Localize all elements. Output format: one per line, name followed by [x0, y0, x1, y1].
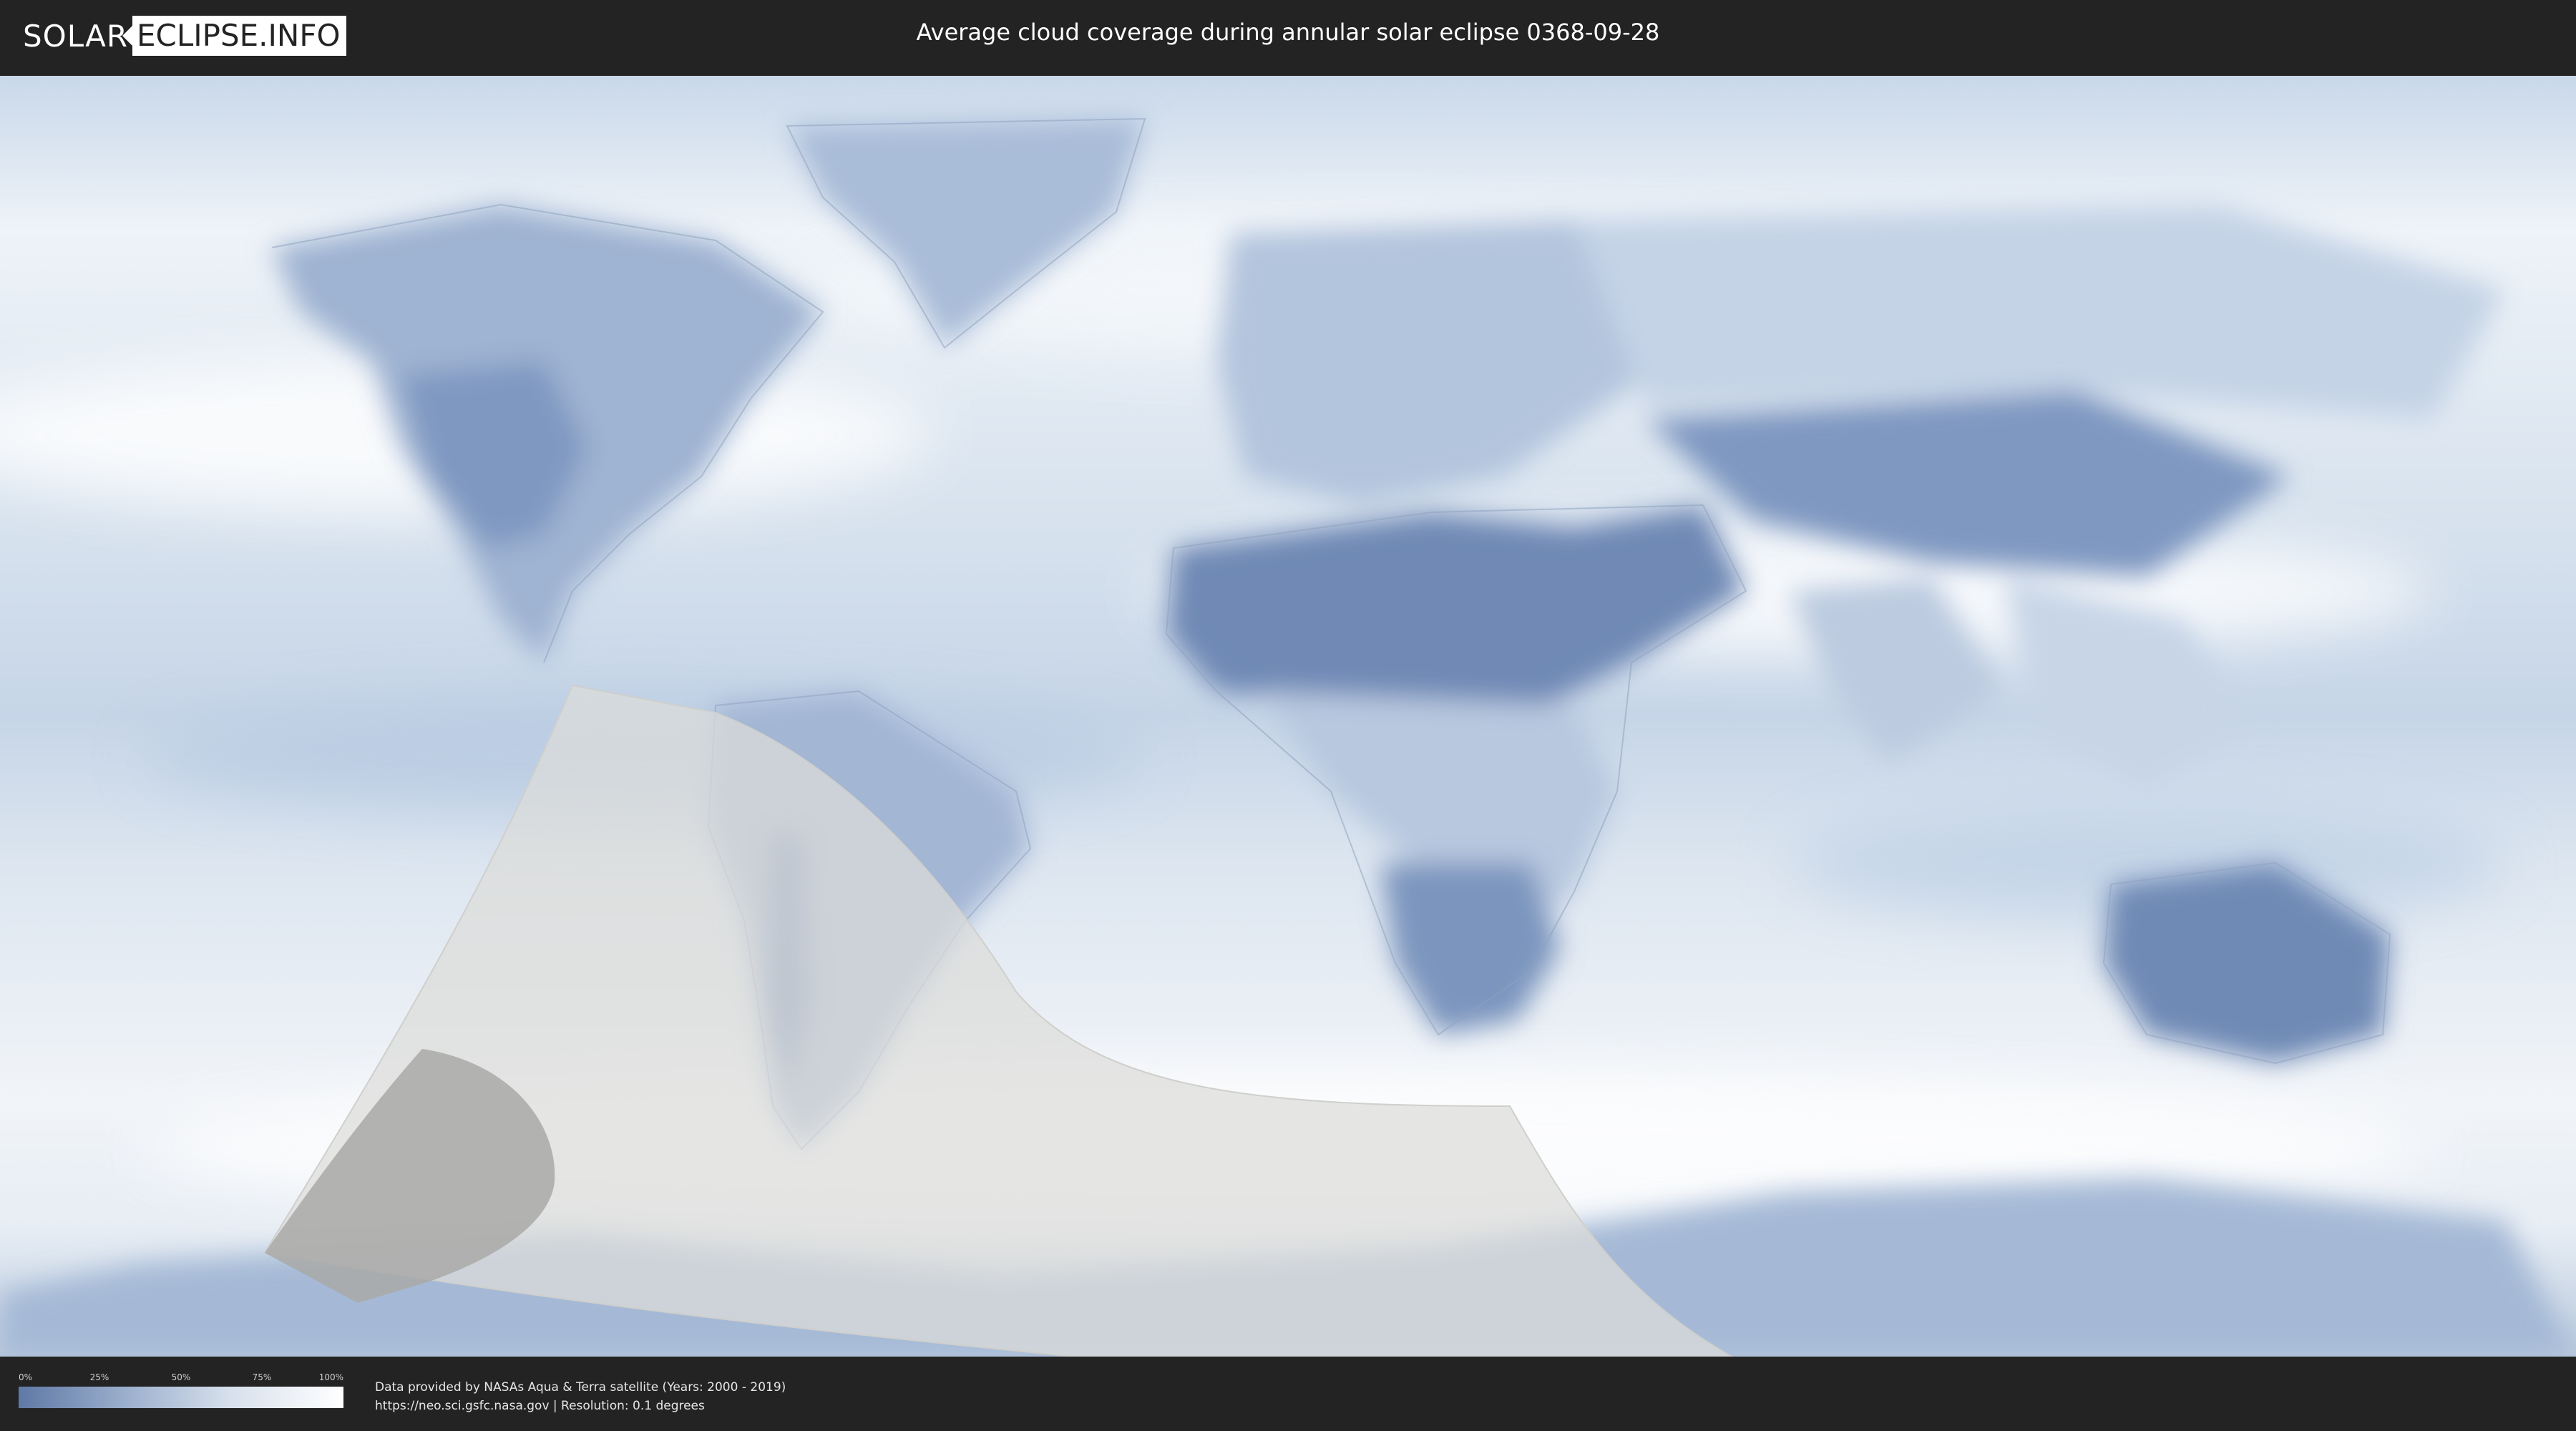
legend-tick-50: 50%: [171, 1372, 191, 1382]
header: SOLAR ECLIPSE.INFO Average cloud coverag…: [0, 0, 2576, 72]
cloud-coverage-legend: 0% 25% 50% 75% 100%: [19, 1372, 343, 1415]
legend-color-bar: [19, 1387, 343, 1408]
credits-line-url: https://neo.sci.gsfc.nasa.gov | Resoluti…: [375, 1399, 705, 1413]
page-title: Average cloud coverage during annular so…: [916, 19, 1660, 46]
legend-tick-0: 0%: [19, 1372, 33, 1382]
legend-tick-25: 25%: [89, 1372, 109, 1382]
credits-line-source: Data provided by NASAs Aqua & Terra sate…: [375, 1380, 786, 1395]
cloud-coverage-map: [0, 76, 2576, 1357]
data-credits: Data provided by NASAs Aqua & Terra sate…: [375, 1378, 786, 1415]
legend-tick-75: 75%: [252, 1372, 272, 1382]
footer: 0% 25% 50% 75% 100% Data provided by NAS…: [0, 1357, 2576, 1431]
legend-ticks: 0% 25% 50% 75% 100%: [19, 1372, 343, 1385]
world-map-svg: [0, 76, 2576, 1357]
legend-tick-100: 100%: [318, 1372, 343, 1382]
